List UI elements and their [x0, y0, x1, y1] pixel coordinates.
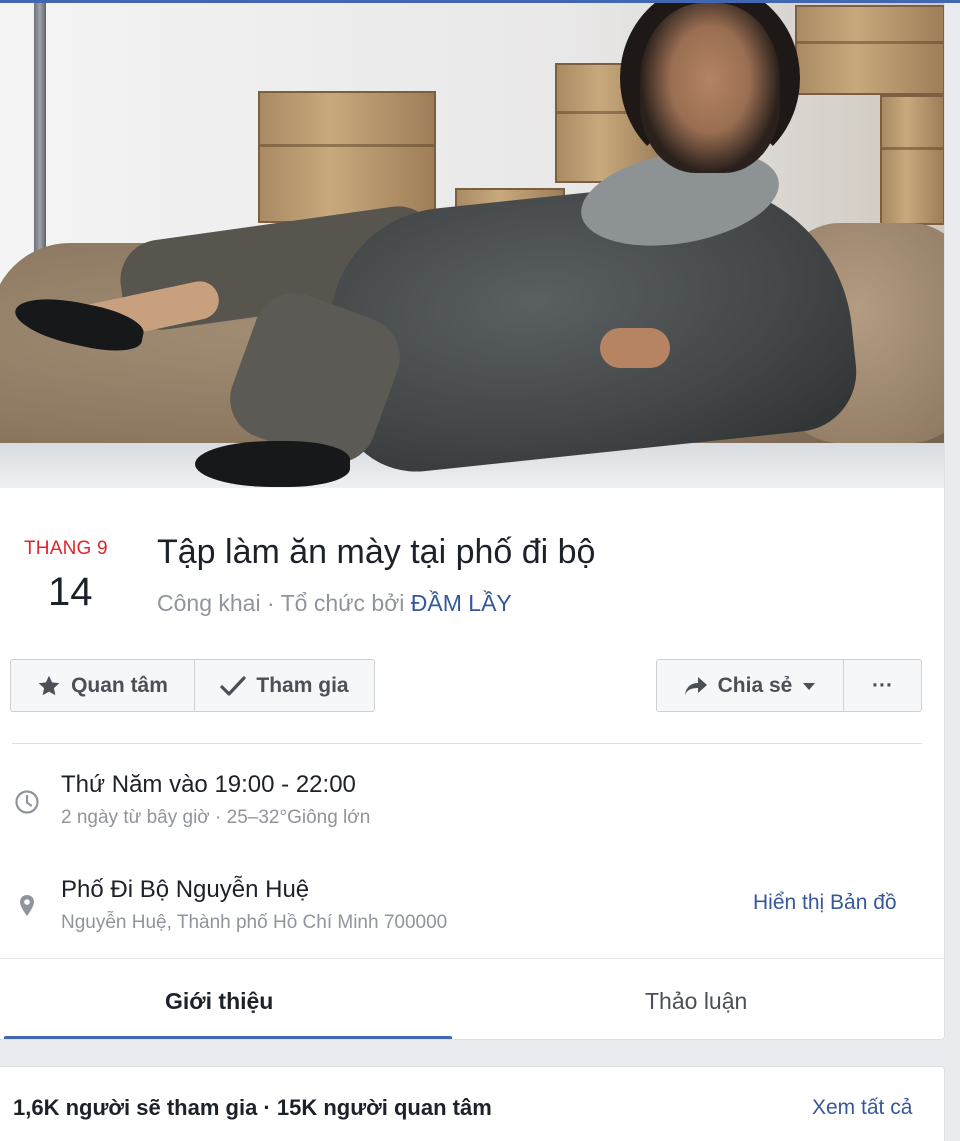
clock-icon: [14, 789, 40, 820]
share-button[interactable]: Chia sẻ: [656, 659, 844, 712]
star-icon: [37, 674, 61, 698]
going-button-label: Tham gia: [256, 673, 349, 697]
tabs-divider: [0, 958, 944, 959]
event-date-day: 14: [48, 570, 93, 614]
going-button[interactable]: Tham gia: [194, 659, 375, 712]
guest-stats-card: 1,6K người sẽ tham gia · 15K người quan …: [0, 1066, 945, 1141]
active-tab-indicator: [4, 1036, 452, 1039]
event-card: THANG 9 14 Tập làm ăn mày tại phố đi bộ …: [0, 3, 945, 1040]
caret-down-icon: [802, 681, 816, 691]
event-date-month: THANG 9: [24, 538, 108, 559]
event-host-link[interactable]: ĐẦM LẦY: [411, 590, 512, 616]
interested-button-label: Quan tâm: [71, 673, 168, 697]
event-time-detail: 2 ngày từ bây giờ · 25–32°Giông lớn: [61, 807, 371, 828]
see-all-link[interactable]: Xem tất cả: [812, 1096, 912, 1120]
event-location-name[interactable]: Phố Đi Bộ Nguyễn Huệ: [61, 876, 309, 904]
event-cover-photo[interactable]: [0, 3, 944, 488]
event-location-address: Nguyễn Huệ, Thành phố Hồ Chí Minh 700000: [61, 912, 448, 933]
event-privacy-text: Công khai · Tổ chức bởi: [157, 590, 411, 616]
event-time: Thứ Năm vào 19:00 - 22:00: [61, 771, 356, 798]
tab-about[interactable]: Giới thiệu: [165, 988, 273, 1015]
map-pin-icon: [14, 893, 40, 924]
share-arrow-icon: [684, 676, 708, 696]
interested-button[interactable]: Quan tâm: [10, 659, 195, 712]
check-icon: [220, 675, 247, 697]
guest-stats-summary: 1,6K người sẽ tham gia · 15K người quan …: [13, 1095, 492, 1120]
tab-discussion[interactable]: Thảo luận: [645, 988, 747, 1015]
show-map-link[interactable]: Hiển thị Bản đồ: [753, 891, 897, 915]
section-divider: [12, 743, 922, 744]
event-privacy-host: Công khai · Tổ chức bởi ĐẦM LẦY: [157, 590, 512, 617]
more-options-button[interactable]: ···: [843, 659, 922, 712]
share-button-label: Chia sẻ: [717, 673, 793, 697]
more-options-label: ···: [872, 673, 893, 697]
event-title: Tập làm ăn mày tại phố đi bộ: [157, 533, 596, 571]
